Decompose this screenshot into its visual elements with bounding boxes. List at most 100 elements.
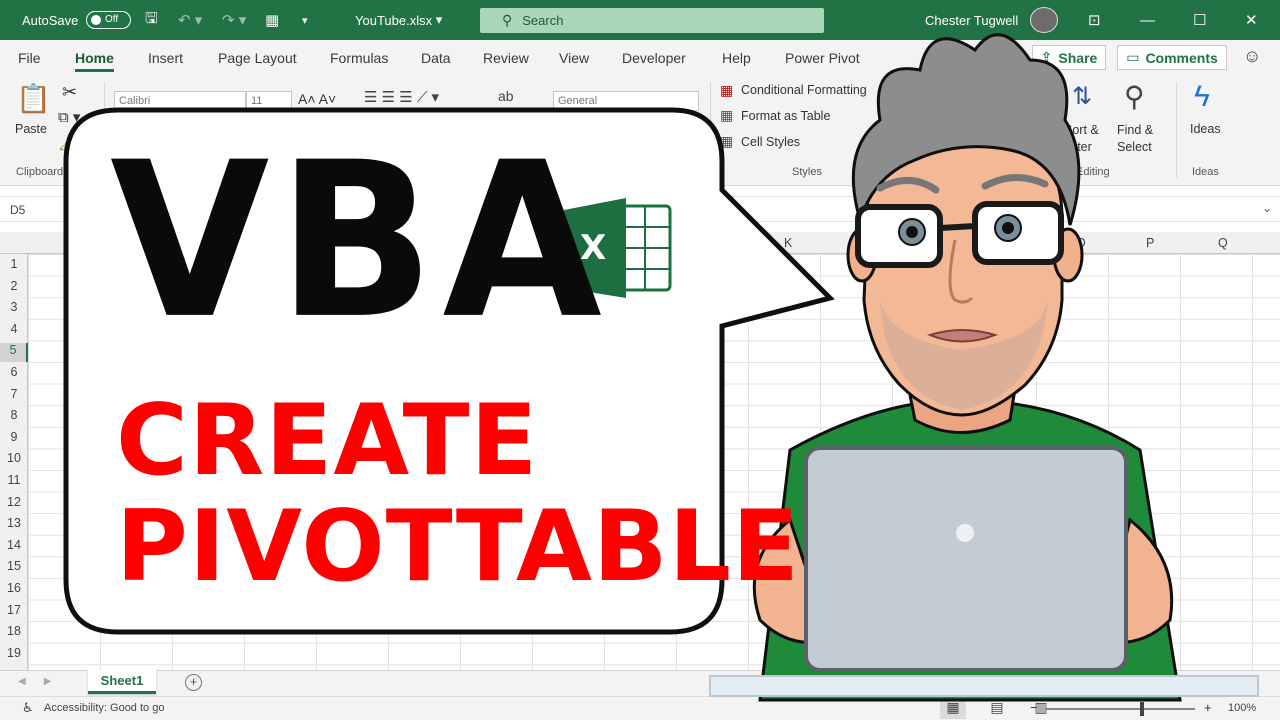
zoom-slider[interactable] <box>1045 708 1195 710</box>
comments-button[interactable]: ▭ Comments <box>1117 45 1227 70</box>
form-icon[interactable]: ▦ <box>265 0 279 40</box>
share-button[interactable]: ⇪ Share <box>1032 45 1106 70</box>
file-name-text: YouTube.xlsx <box>355 12 433 28</box>
row-header[interactable]: 12 <box>0 495 28 514</box>
row-header[interactable]: 8 <box>0 408 28 427</box>
save-icon[interactable]: 🖫 <box>145 0 158 40</box>
customize-qat-icon[interactable]: ▾ <box>302 0 308 40</box>
tab-file[interactable]: File <box>18 50 41 66</box>
number-format-box[interactable]: General <box>553 91 699 111</box>
ribbon-separator <box>710 82 711 178</box>
search-icon: ⚲ <box>502 12 513 28</box>
font-name-box[interactable]: Calibri <box>114 91 246 111</box>
title-bar: AutoSave Off 🖫 ↶ ▾ ↷ ▾ ▦ ▾ YouTube.xlsx … <box>0 0 1280 40</box>
comment-icon: ▭ <box>1126 49 1140 65</box>
tab-review[interactable]: Review <box>483 50 529 66</box>
toggle-knob <box>91 15 101 25</box>
accessibility-status[interactable]: Accessibility: Good to go <box>44 702 164 714</box>
column-header-q[interactable]: Q <box>1218 236 1228 250</box>
ideas-button[interactable]: Ideas <box>1190 122 1221 136</box>
row-header[interactable]: 14 <box>0 538 28 557</box>
zoom-out-icon[interactable]: − <box>1030 700 1038 715</box>
tab-data[interactable]: Data <box>421 50 451 66</box>
paste-icon[interactable]: 📋 <box>16 82 51 115</box>
file-name-caret: ▾ <box>435 12 443 27</box>
tab-insert[interactable]: Insert <box>148 50 183 66</box>
thumbnail-line-pivottable: PIVOTTABLE <box>116 490 800 604</box>
file-name[interactable]: YouTube.xlsx ▾ <box>355 0 442 40</box>
row-header[interactable]: 16 <box>0 581 28 600</box>
editing-group-label: Editing <box>1076 166 1110 178</box>
thumbnail-line-create: CREATE <box>116 384 539 498</box>
row-header[interactable]: 11 <box>0 473 28 492</box>
column-header-k[interactable]: K <box>784 236 792 250</box>
paste-label[interactable]: Paste <box>15 122 47 136</box>
autosave-label: AutoSave <box>22 12 79 28</box>
row-header[interactable]: 13 <box>0 516 28 535</box>
copy-icon[interactable]: ⧉ ▾ <box>58 108 80 126</box>
search-placeholder: Search <box>522 13 564 28</box>
row-header[interactable]: 4 <box>0 322 28 341</box>
share-label: Share <box>1058 49 1098 66</box>
styles-group-label: Styles <box>792 166 822 178</box>
format-painter-icon[interactable]: 🖌 <box>58 134 77 152</box>
search-box[interactable]: ⚲ Search <box>480 8 824 33</box>
status-bar: ♿ Accessibility: Good to go ▦ ▤ ▥ − + 10… <box>0 696 1280 720</box>
maximize-icon[interactable]: ☐ <box>1193 0 1206 40</box>
tab-formulas[interactable]: Formulas <box>330 50 388 66</box>
redo-icon[interactable]: ↷ ▾ <box>222 0 246 40</box>
row-header[interactable]: 5 <box>0 343 28 363</box>
page-layout-view-icon[interactable]: ▤ <box>984 699 1010 719</box>
undo-icon[interactable]: ↶ ▾ <box>178 0 202 40</box>
row-header[interactable]: 2 <box>0 279 28 298</box>
column-header-p[interactable]: P <box>1146 236 1154 250</box>
row-header[interactable]: 1 <box>0 257 28 276</box>
normal-view-icon[interactable]: ▦ <box>940 699 966 719</box>
conditional-formatting-button[interactable]: Conditional Formatting <box>741 83 867 97</box>
font-size-box[interactable]: 11 <box>246 91 292 111</box>
find-select-button[interactable]: Find & Select <box>1117 122 1167 156</box>
autosave-state: Off <box>105 14 119 25</box>
row-header[interactable]: 10 <box>0 451 28 470</box>
zoom-slider-thumb[interactable] <box>1140 702 1144 716</box>
tab-home[interactable]: Home <box>75 50 114 72</box>
cell-styles-button[interactable]: Cell Styles <box>741 135 800 149</box>
column-header-o[interactable]: O <box>1076 236 1086 250</box>
name-box[interactable]: D5 <box>4 200 64 220</box>
row-headers: 1 2 3 4 5 6 7 8 9 10 11 12 13 14 15 16 17 18 19 <box>0 254 28 670</box>
row-header[interactable]: 15 <box>0 559 28 578</box>
sort-filter-icon: ⇅ <box>1072 83 1093 110</box>
row-header[interactable]: 19 <box>0 646 28 665</box>
format-as-table-button[interactable]: Format as Table <box>741 109 830 123</box>
feedback-smiley-icon[interactable]: ☺ <box>1243 46 1261 67</box>
sort-filter-button[interactable]: Sort & Filter <box>1064 122 1114 156</box>
add-sheet-icon[interactable]: + <box>185 674 202 691</box>
row-header[interactable]: 17 <box>0 603 28 622</box>
cut-icon[interactable]: ✂ <box>62 82 77 103</box>
zoom-level[interactable]: 100% <box>1228 702 1256 714</box>
tab-page-layout[interactable]: Page Layout <box>218 50 297 66</box>
tab-power-pivot[interactable]: Power Pivot <box>785 50 860 66</box>
tab-developer[interactable]: Developer <box>622 50 686 66</box>
avatar[interactable] <box>1030 7 1058 33</box>
tab-help[interactable]: Help <box>722 50 751 66</box>
sheet-tab-sheet1[interactable]: Sheet1 <box>88 670 156 694</box>
row-header[interactable]: 3 <box>0 300 28 319</box>
row-header[interactable]: 18 <box>0 624 28 643</box>
row-header[interactable]: 6 <box>0 365 28 384</box>
user-name[interactable]: Chester Tugwell <box>925 0 1018 40</box>
expand-formula-bar-icon[interactable]: ⌄ <box>1262 201 1272 215</box>
sheet-scroll-arrows-icon[interactable]: ◀▶ <box>18 676 69 687</box>
minimize-icon[interactable]: — <box>1140 0 1155 40</box>
tab-view[interactable]: View <box>559 50 589 66</box>
align-icons[interactable]: ☰ ☰ ☰ ⟋ ▾ <box>364 88 439 106</box>
ribbon-display-icon[interactable]: ⊡ <box>1088 0 1101 40</box>
close-icon[interactable]: ✕ <box>1245 0 1258 40</box>
wrap-text-icon[interactable]: ab <box>498 88 514 104</box>
font-grow-icon[interactable]: A˄ A˅ <box>298 91 336 107</box>
excel-logo-letter: X <box>580 228 607 268</box>
row-header[interactable]: 9 <box>0 430 28 449</box>
autosave-toggle[interactable]: Off <box>86 11 131 29</box>
zoom-in-icon[interactable]: + <box>1204 700 1212 715</box>
row-header[interactable]: 7 <box>0 387 28 406</box>
